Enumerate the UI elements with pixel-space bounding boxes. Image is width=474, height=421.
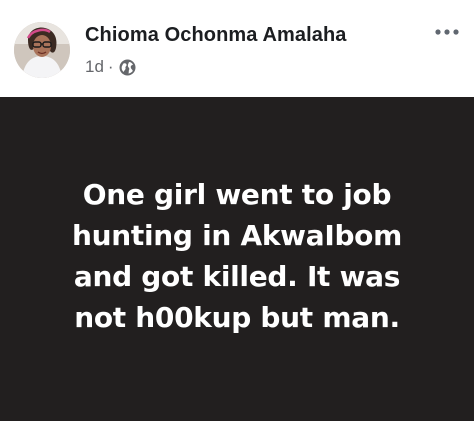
post-text-card: One girl went to job hunting in AkwaIbom… — [0, 97, 474, 421]
post-text-line: not h00kup but man. — [74, 301, 400, 334]
post-text: One girl went to job hunting in AkwaIbom… — [27, 174, 447, 338]
more-options-icon[interactable] — [432, 22, 462, 42]
post-text-line: One girl went to job — [82, 178, 392, 211]
post-header: Chioma Ochonma Amalaha 1d · — [0, 0, 474, 97]
post-text-line: and got killed. It was — [73, 260, 401, 293]
author-name[interactable]: Chioma Ochonma Amalaha — [85, 24, 347, 47]
facebook-post: Chioma Ochonma Amalaha 1d · One girl wen… — [0, 0, 474, 421]
meta-separator: · — [107, 57, 114, 76]
author-avatar[interactable] — [14, 22, 70, 78]
post-text-line: hunting in AkwaIbom — [71, 219, 402, 252]
post-meta: 1d · — [85, 57, 136, 77]
globe-icon[interactable] — [119, 59, 136, 76]
post-timestamp[interactable]: 1d — [85, 57, 104, 77]
